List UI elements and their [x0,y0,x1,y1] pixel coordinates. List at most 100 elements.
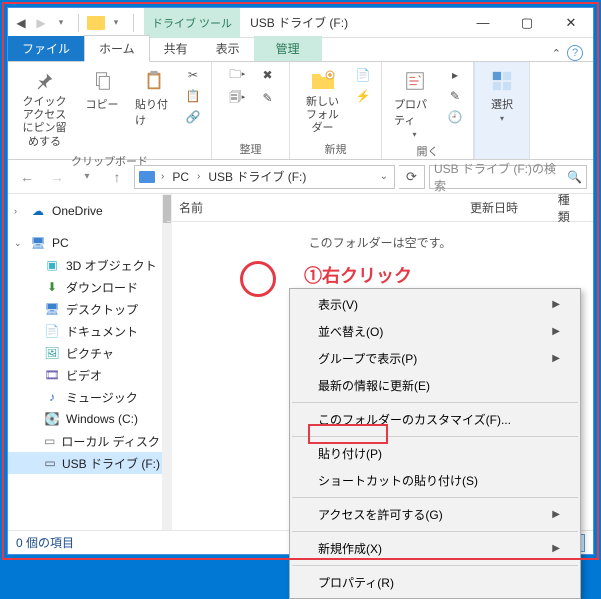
nav-pc[interactable]: ⌄🖥PC [8,232,166,254]
nav-label: 3D オブジェクト [66,257,157,274]
nav-label: ミュージック [66,389,138,406]
open-icon[interactable]: ▸ [445,66,465,84]
ctx-label: ショートカットの貼り付け(S) [318,472,478,489]
nav-item[interactable]: ⬇ダウンロード [8,276,166,298]
nav-left-small-icon[interactable]: ◀ [12,14,30,32]
nav-item[interactable]: ▣3D オブジェクト [8,254,166,276]
quick-access-toolbar: ◀ ▶ ▾ ▾ [8,14,144,32]
close-button[interactable]: ✕ [549,8,593,38]
dropdown-qat-icon[interactable]: ▾ [52,14,70,32]
address-bar-row: ← → ▾ ↑ › PC › USB ドライブ (F:) ⌄ ⟳ USB ドライ… [8,160,593,194]
easy-access-icon[interactable]: ⚡ [353,87,373,105]
forward-button[interactable]: → [44,164,70,190]
breadcrumb[interactable]: › PC › USB ドライブ (F:) ⌄ [134,165,395,189]
nav-item[interactable]: ♪ミュージック [8,386,166,408]
drive-icon: 💽 [44,411,60,427]
move-to-icon[interactable]: 🗀▸ [224,66,252,84]
ctx-label: グループで表示(P) [318,350,417,367]
contextual-tab-drive-tools: ドライブ ツール [144,8,240,38]
ctx-sort[interactable]: 並べ替え(O)▶ [290,318,580,345]
ctx-paste[interactable]: 貼り付け(P) [290,440,580,467]
new-folder-button[interactable]: 新しい フォルダー [298,66,347,138]
new-group-label: 新規 [325,139,347,157]
ctx-new[interactable]: 新規作成(X)▶ [290,535,580,562]
copy-button[interactable]: コピー [79,66,125,114]
cut-icon[interactable]: ✂ [183,66,203,84]
delete-icon[interactable]: ✖ [258,66,278,84]
ctx-group[interactable]: グループで表示(P) ▶ [290,345,580,372]
tab-manage[interactable]: 管理 [254,36,322,61]
rename-icon[interactable]: ✎ [258,89,278,107]
crumb-drive[interactable]: USB ドライブ (F:) [206,168,308,185]
open-group-label: 開く [417,141,439,159]
select-group-label [500,143,503,157]
tab-file[interactable]: ファイル [8,36,84,61]
chevron-right-icon: ▶ [552,509,560,520]
nav-item[interactable]: 🖼ピクチャ [8,342,166,364]
drive-tools-label: ドライブ ツール [152,15,232,31]
col-name[interactable]: 名前 [167,199,458,216]
pc-monitor-icon: 🖥 [30,235,46,251]
tab-home[interactable]: ホーム [84,35,150,62]
ctx-view[interactable]: 表示(V)▶ [290,291,580,318]
ctx-refresh[interactable]: 最新の情報に更新(E) [290,372,580,399]
maximize-button[interactable]: ▢ [505,8,549,38]
nav-label: ドキュメント [66,323,138,340]
select-label: 選択 [491,96,513,112]
chevron-right-icon[interactable]: › [159,171,166,182]
video-icon: 🎞 [44,367,60,383]
up-button[interactable]: ↑ [104,164,130,190]
new-folder-label: 新しい フォルダー [302,96,343,136]
edit-icon[interactable]: ✎ [445,87,465,105]
copy-to-icon[interactable]: 🗐▸ [224,89,252,107]
qat-overflow-icon[interactable]: ▾ [107,14,125,32]
nav-item[interactable]: 📄ドキュメント [8,320,166,342]
nav-item[interactable]: ▭ローカル ディスク (D [8,430,166,452]
recent-dropdown-icon[interactable]: ▾ [74,164,100,190]
ctx-properties[interactable]: プロパティ(R) [290,569,580,596]
help-icon[interactable]: ? [567,45,583,61]
back-button[interactable]: ← [14,164,40,190]
ctx-access[interactable]: アクセスを許可する(G)▶ [290,501,580,528]
crumb-pc[interactable]: PC [170,170,191,184]
tab-view[interactable]: 表示 [202,36,254,61]
ribbon-tabs: ファイル ホーム 共有 表示 管理 ⌃ ? [8,38,593,62]
new-item-icon[interactable]: 📄 [353,66,373,84]
paste-button[interactable]: 貼り付け [131,66,177,130]
nav-label: ビデオ [66,367,102,384]
download-icon: ⬇ [44,279,60,295]
select-icon [489,68,515,94]
search-box[interactable]: USB ドライブ (F:)の検索 🔍 [429,165,587,189]
ctx-paste-shortcut[interactable]: ショートカットの貼り付け(S) [290,467,580,494]
empty-folder-message: このフォルダーは空です。 [167,222,593,263]
copy-path-icon[interactable]: 📋 [183,87,203,105]
pc-icon [139,171,155,183]
properties-button[interactable]: プロパティ ▾ [390,66,439,141]
paste-shortcut-icon[interactable]: 🔗 [183,108,203,126]
history-icon[interactable]: 🕘 [445,108,465,126]
search-icon[interactable]: 🔍 [567,170,582,184]
nav-item[interactable]: 🖥デスクトップ [8,298,166,320]
nav-right-small-icon[interactable]: ▶ [32,14,50,32]
annotation-rect [308,424,388,444]
nav-item[interactable]: 💽Windows (C:) [8,408,166,430]
minimize-button[interactable]: — [461,8,505,38]
column-headers[interactable]: 名前 更新日時 種類 [167,194,593,222]
nav-item[interactable]: 🎞 ビデオ [8,364,166,386]
tab-share[interactable]: 共有 [150,36,202,61]
clipboard-icon [141,68,167,94]
address-dropdown-icon[interactable]: ⌄ [378,171,390,182]
col-type[interactable]: 種類 [546,191,593,225]
col-date[interactable]: 更新日時 [458,199,546,216]
chevron-right-icon: ▶ [552,299,560,310]
chevron-right-icon[interactable]: › [195,171,202,182]
nav-pane[interactable]: ›☁OneDrive ⌄🖥PC ▣3D オブジェクト ⬇ダウンロード 🖥デスクト… [8,194,167,530]
select-button[interactable]: 選択 ▾ [479,66,525,125]
nav-onedrive[interactable]: ›☁OneDrive [8,200,166,222]
refresh-button[interactable]: ⟳ [399,165,425,189]
paste-label: 貼り付け [135,96,173,128]
chevron-right-icon: ▶ [552,353,560,364]
pin-to-quick-access-button[interactable]: クイック アクセス にピン留めする [16,66,73,151]
nav-item-usb[interactable]: ▭USB ドライブ (F:) [8,452,166,474]
ribbon-collapse-icon[interactable]: ⌃ [552,47,561,60]
